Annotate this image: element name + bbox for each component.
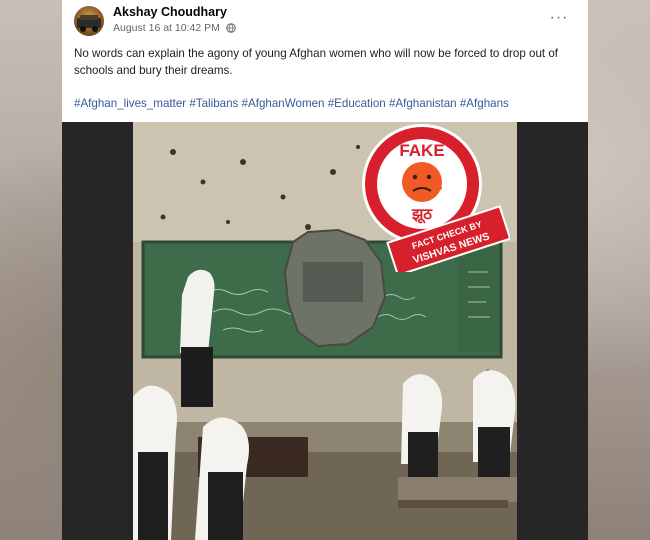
fake-fact-check-stamp: FAKE झूठ FACT CHECK BY VISHVAS NEWS xyxy=(350,122,512,277)
author-name[interactable]: Akshay Choudhary xyxy=(113,5,227,19)
author-avatar[interactable] xyxy=(74,6,104,36)
stamp-fake-text: FAKE xyxy=(399,141,444,160)
post-media[interactable]: FAKE झूठ FACT CHECK BY VISHVAS NEWS xyxy=(62,122,588,540)
post-hashtags[interactable]: #Afghan_lives_matter #Talibans #AfghanWo… xyxy=(74,95,574,112)
post-date[interactable]: August 16 at 10:42 PM xyxy=(113,22,220,34)
facebook-post: Akshay Choudhary August 16 at 10:42 PM ·… xyxy=(62,0,588,540)
more-options-icon[interactable]: ··· xyxy=(548,10,570,26)
post-header: Akshay Choudhary August 16 at 10:42 PM ·… xyxy=(62,0,588,40)
stamp-hindi-text: झूठ xyxy=(411,205,433,224)
globe-icon xyxy=(225,23,236,36)
post-meta: August 16 at 10:42 PM xyxy=(113,22,236,36)
student-at-board-figure xyxy=(180,269,215,407)
post-text: No words can explain the agony of young … xyxy=(74,47,559,77)
